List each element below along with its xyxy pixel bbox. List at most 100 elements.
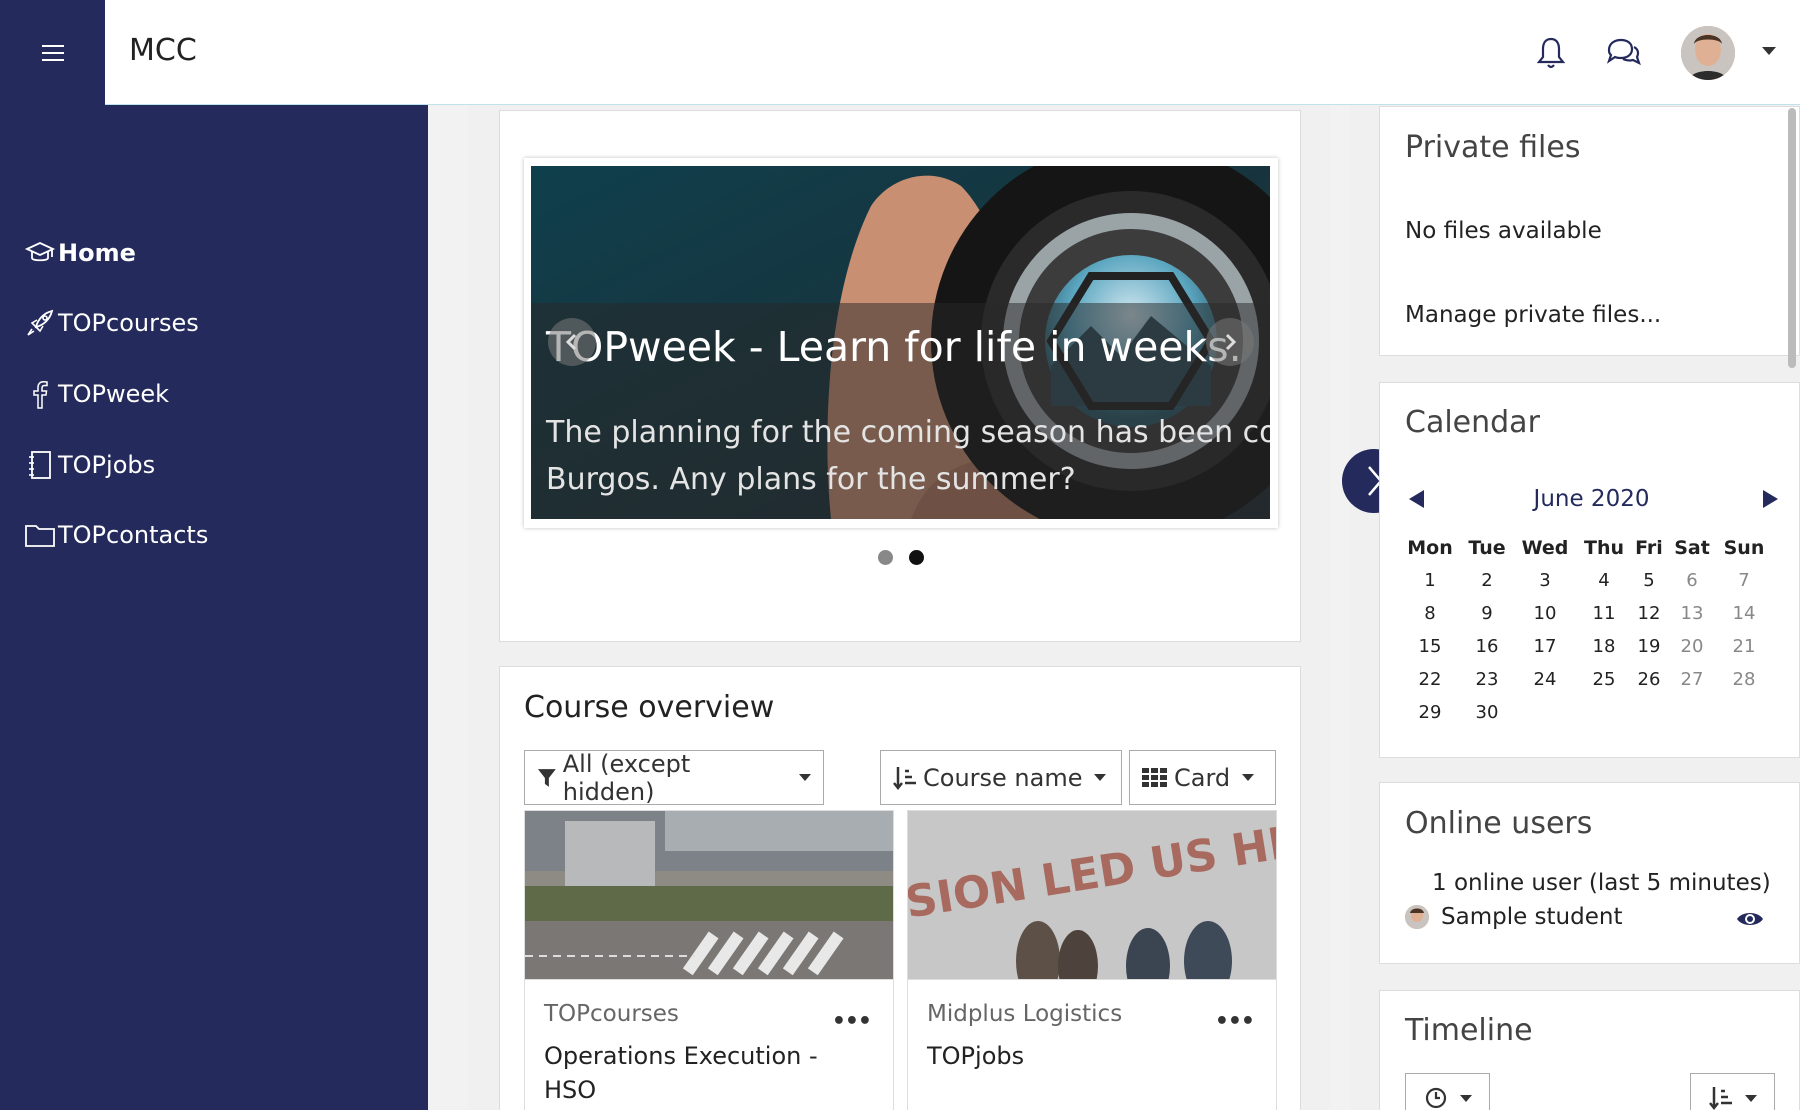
- filter-dropdown-label: All (except hidden): [562, 749, 691, 806]
- calendar-day[interactable]: 20: [1667, 636, 1717, 657]
- carousel-next-button[interactable]: [1206, 318, 1254, 366]
- eye-icon[interactable]: [1736, 910, 1764, 928]
- course-image[interactable]: [525, 811, 893, 980]
- timeline-filter-dropdown[interactable]: [1405, 1073, 1490, 1110]
- calendar-day-header: Sat: [1674, 537, 1710, 559]
- calendar-next-icon[interactable]: [1763, 490, 1778, 508]
- calendar-prev-icon[interactable]: [1409, 490, 1424, 508]
- calendar-header: June 2020: [1405, 486, 1778, 516]
- avatar[interactable]: [1405, 905, 1429, 929]
- user-menu-caret-icon[interactable]: [1762, 47, 1776, 55]
- calendar-day[interactable]: 8: [1405, 603, 1455, 624]
- caret-down-icon: [1744, 1094, 1757, 1102]
- carousel-text-line: The planning for the coming season has b…: [546, 415, 1270, 450]
- course-card[interactable]: TOPcourses ••• Operations Execution - HS…: [524, 810, 894, 1110]
- menu-toggle-button[interactable]: [0, 0, 105, 105]
- hamburger-icon: [41, 44, 64, 61]
- private-files-title: Private files: [1405, 130, 1581, 165]
- calendar-day[interactable]: 4: [1579, 570, 1629, 591]
- view-dropdown-label: Card: [1174, 763, 1231, 792]
- sort-dropdown-label: Course name: [923, 763, 1083, 792]
- sidebar-item-home[interactable]: Home: [24, 233, 136, 273]
- user-avatar[interactable]: [1681, 26, 1735, 80]
- course-category: TOPcourses: [544, 1001, 679, 1027]
- manage-private-files-link[interactable]: Manage private files...: [1405, 302, 1661, 328]
- clock-icon: [1425, 1087, 1446, 1109]
- course-card[interactable]: SION LED US HI Midplus Logistics ••• TOP…: [907, 810, 1277, 1110]
- course-actions-menu-icon[interactable]: •••: [1215, 1009, 1255, 1034]
- calendar-day[interactable]: 23: [1462, 669, 1512, 690]
- top-navbar: MCC: [0, 0, 1800, 105]
- course-actions-menu-icon[interactable]: •••: [832, 1009, 872, 1034]
- filter-icon: [537, 768, 556, 787]
- calendar-day[interactable]: 13: [1667, 603, 1717, 624]
- calendar-day[interactable]: 25: [1579, 669, 1629, 690]
- calendar-day-header: Thu: [1583, 537, 1624, 559]
- carousel-dot-1[interactable]: [878, 550, 893, 565]
- course-image[interactable]: SION LED US HI: [908, 811, 1276, 980]
- timeline-sort-dropdown[interactable]: [1690, 1073, 1775, 1110]
- calendar-day[interactable]: 28: [1719, 669, 1769, 690]
- graduation-cap-icon: [24, 242, 56, 262]
- sidebar-item-topweek[interactable]: TOPweek: [24, 374, 169, 414]
- calendar-day[interactable]: 7: [1719, 570, 1769, 591]
- carousel-title: TOPweek - Learn for life in weeks.: [546, 323, 1242, 371]
- calendar-day[interactable]: 22: [1405, 669, 1455, 690]
- calendar-day[interactable]: 18: [1579, 636, 1629, 657]
- carousel-text-line: Burgos. Any plans for the summer?: [546, 462, 1076, 497]
- sidebar-item-topcontacts[interactable]: TOPcontacts: [24, 515, 208, 555]
- calendar-month: June 2020: [1533, 486, 1650, 512]
- calendar-day[interactable]: 27: [1667, 669, 1717, 690]
- carousel-slide[interactable]: TOPweek - Learn for life in weeks. The p…: [531, 166, 1270, 519]
- calendar-day-header: Mon: [1407, 537, 1453, 559]
- calendar-day[interactable]: 24: [1520, 669, 1570, 690]
- caret-down-icon: [799, 774, 811, 781]
- sidebar-item-label: TOPjobs: [58, 451, 156, 479]
- calendar-day[interactable]: 10: [1520, 603, 1570, 624]
- sidebar-item-label: Home: [58, 239, 136, 267]
- nav-drawer: Home TOPcourses TOPweek TOPjobs TOPconta…: [0, 105, 428, 1110]
- site-name-link[interactable]: MCC: [129, 33, 197, 68]
- course-overview-title: Course overview: [524, 690, 775, 725]
- calendar-day[interactable]: 16: [1462, 636, 1512, 657]
- sort-icon: [893, 766, 916, 790]
- calendar-day[interactable]: 21: [1719, 636, 1769, 657]
- online-user-name[interactable]: Sample student: [1441, 904, 1622, 930]
- sort-icon: [1708, 1087, 1732, 1110]
- calendar-day[interactable]: 2: [1462, 570, 1512, 591]
- calendar-day[interactable]: 17: [1520, 636, 1570, 657]
- calendar-day[interactable]: 9: [1462, 603, 1512, 624]
- sidebar-item-topcourses[interactable]: TOPcourses: [24, 303, 199, 343]
- calendar-title: Calendar: [1405, 405, 1540, 440]
- online-users-title: Online users: [1405, 806, 1593, 841]
- no-files-text: No files available: [1405, 218, 1602, 244]
- calendar-day[interactable]: 6: [1667, 570, 1717, 591]
- chevron-right-icon: [1225, 333, 1237, 351]
- sidebar-item-label: TOPcontacts: [58, 521, 209, 549]
- scrollbar[interactable]: [1788, 108, 1796, 368]
- calendar-day[interactable]: 29: [1405, 702, 1455, 723]
- bell-icon[interactable]: [1532, 34, 1570, 72]
- chat-icon[interactable]: [1604, 34, 1642, 72]
- calendar-day[interactable]: 14: [1719, 603, 1769, 624]
- calendar-day[interactable]: 11: [1579, 603, 1629, 624]
- carousel-indicators: [878, 550, 924, 565]
- calendar-day[interactable]: 3: [1520, 570, 1570, 591]
- sort-dropdown[interactable]: Course name: [880, 750, 1122, 805]
- course-name-link[interactable]: Operations Execution - HSO: [544, 1039, 844, 1107]
- calendar-day[interactable]: 15: [1405, 636, 1455, 657]
- view-dropdown[interactable]: Card: [1129, 750, 1276, 805]
- sidebar-item-label: TOPcourses: [58, 309, 199, 337]
- caret-down-icon: [1242, 774, 1255, 781]
- carousel-prev-button[interactable]: [548, 318, 596, 366]
- facebook-icon: [33, 380, 48, 409]
- sidebar-item-topjobs[interactable]: TOPjobs: [24, 445, 155, 485]
- course-name-link[interactable]: TOPjobs: [927, 1039, 1227, 1073]
- carousel-dot-2[interactable]: [909, 550, 924, 565]
- chevron-left-icon: [565, 333, 577, 351]
- online-user-row: Sample student: [1405, 904, 1622, 930]
- calendar-day[interactable]: 30: [1462, 702, 1512, 723]
- filter-dropdown[interactable]: All (except hidden): [524, 749, 824, 806]
- calendar-day[interactable]: 1: [1405, 570, 1455, 591]
- calendar-day-header: Wed: [1521, 537, 1569, 559]
